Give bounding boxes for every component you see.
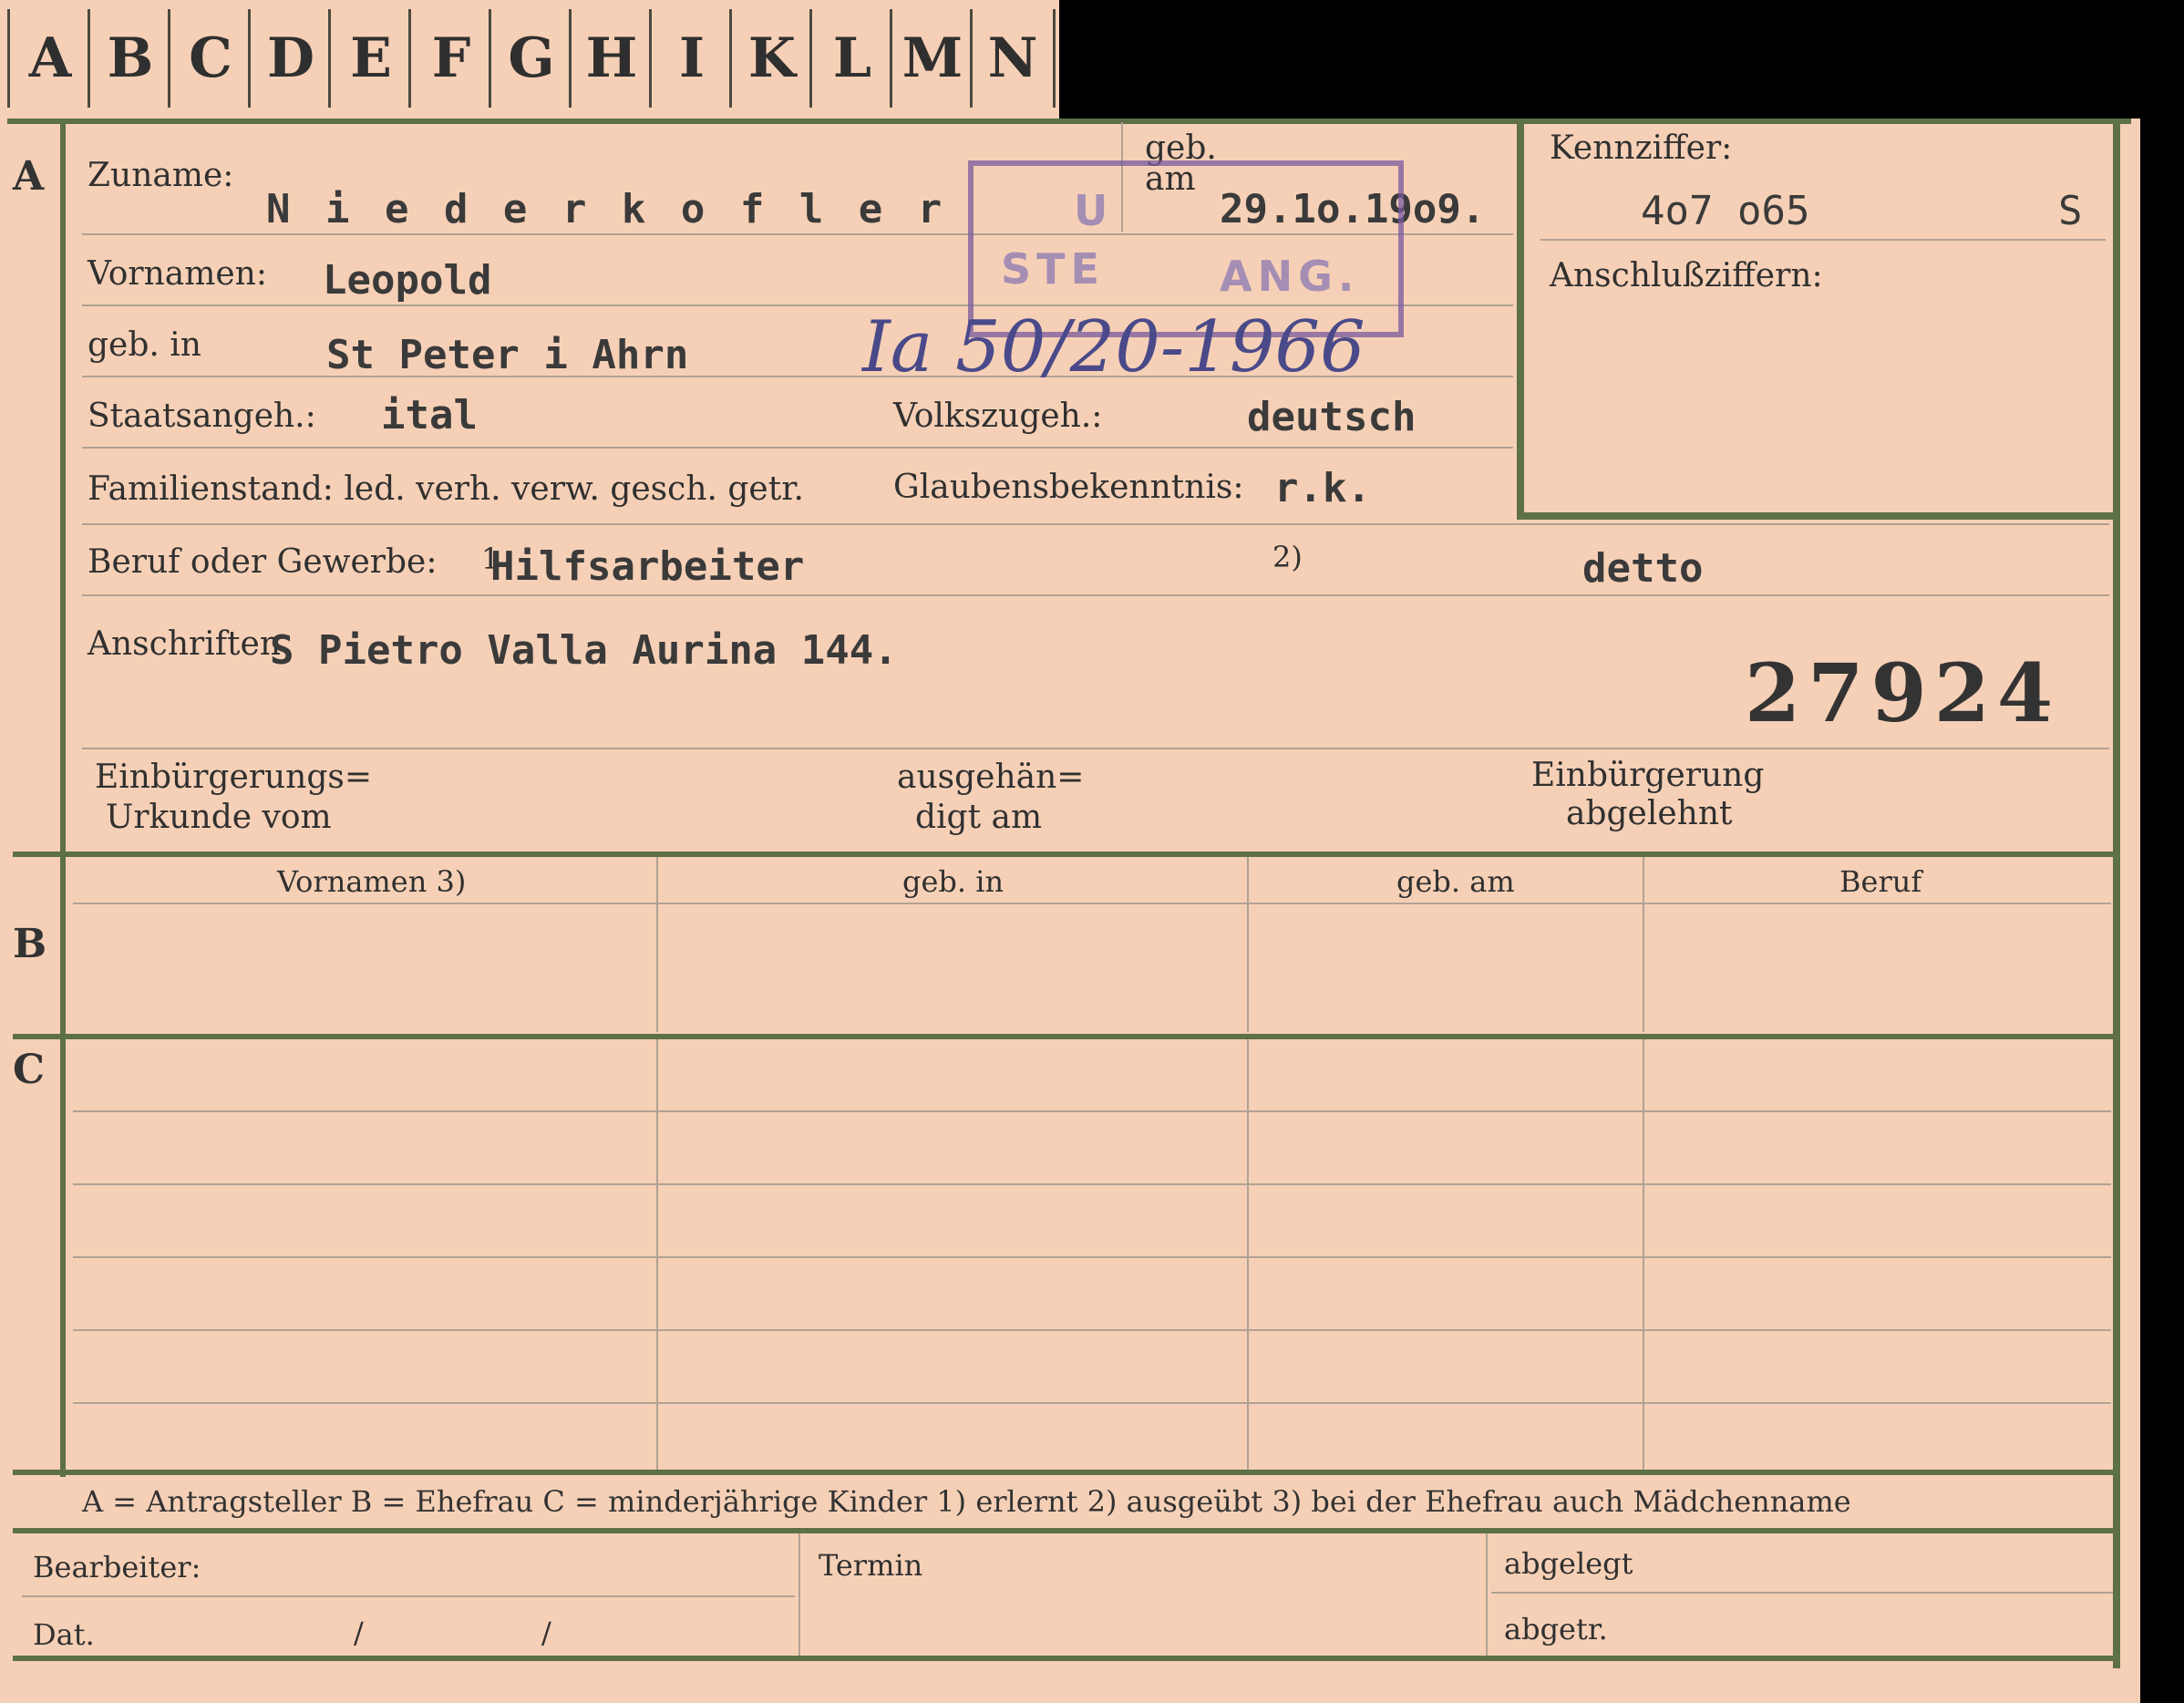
section-label-b: B [13, 921, 47, 967]
label-bearbeiter: Bearbeiter: [33, 1550, 201, 1584]
tab-e[interactable]: E [328, 9, 411, 108]
tab-d[interactable]: D [248, 9, 331, 108]
label-volkszugeh: Volkszugeh.: [893, 397, 1103, 435]
label-einbuergerungsurkunde-2: Urkunde vom [106, 799, 332, 836]
legend-top [13, 1470, 2118, 1475]
table-header-geb-am: geb. am [1396, 864, 1515, 899]
label-staatsangeh: Staatsangeh.: [88, 397, 316, 435]
label-glaubensbekenntnis: Glaubensbekenntnis: [893, 469, 1244, 506]
label-beruf: Beruf oder Gewerbe: [88, 543, 438, 581]
label-termin: Termin [819, 1548, 923, 1583]
label-ausgehaendigt-2: digt am [915, 799, 1043, 836]
tab-f[interactable]: F [408, 9, 491, 108]
tab-b[interactable]: B [88, 9, 170, 108]
section-label-c: C [13, 1047, 46, 1093]
top-border [7, 119, 2131, 124]
stamp-line-3: ANG. [1220, 252, 1360, 301]
label-geb-in: geb. in [88, 326, 201, 364]
table-header-geb-in: geb. in [902, 864, 1004, 899]
stamp-line-1: U [1074, 186, 1114, 235]
tab-i[interactable]: I [649, 9, 732, 108]
tab-a[interactable]: A [7, 9, 90, 108]
label-kennziffer: Kennziffer: [1550, 129, 1733, 167]
label-abgelehnt-2: abgelehnt [1566, 795, 1733, 832]
value-kennziffer: 4o7 o65 [1641, 188, 1810, 234]
label-zuname: Zuname: [88, 157, 234, 194]
label-abgetr: abgetr. [1504, 1612, 1608, 1646]
footnote-2: 2) [1272, 540, 1303, 574]
card-number: 27924 [1745, 645, 2061, 740]
date-slash-1: / [354, 1615, 364, 1650]
value-volkszugeh: deutsch [1247, 394, 1417, 440]
kennziffer-box-left [1517, 119, 1524, 520]
legend: A = Antragsteller B = Ehefrau C = minder… [82, 1484, 1851, 1519]
label-dat: Dat. [33, 1617, 95, 1652]
value-zuname: N i e d e r k o f l e r [266, 186, 948, 232]
value-anschrift: S Pietro Valla Aurina 144. [270, 627, 898, 674]
table-header-vornamen: Vornamen 3) [277, 864, 467, 899]
tab-k[interactable]: K [729, 9, 812, 108]
handwritten-note: Ia 50/20-1966 [862, 306, 1365, 388]
stamp-line-2: STE [1001, 244, 1105, 294]
table-header-beruf: Beruf [1839, 864, 1922, 899]
value-beruf-erlernt: Hilfsarbeiter [490, 543, 805, 590]
tab-l[interactable]: L [809, 9, 892, 108]
value-glaubensbekenntnis: r.k. [1274, 465, 1371, 511]
label-anschlussziffern: Anschlußziffern: [1550, 257, 1823, 294]
section-divider-left [60, 119, 66, 1477]
value-beruf-ausgeuebt: detto [1582, 545, 1704, 592]
label-anschriften: Anschriften [88, 625, 282, 663]
label-familienstand: Familienstand: led. verh. verw. gesch. g… [88, 470, 804, 508]
label-abgelegt: abgelegt [1504, 1546, 1633, 1581]
tab-g[interactable]: G [489, 9, 572, 108]
label-einbuergerungsurkunde-1: Einbürgerungs= [95, 759, 373, 796]
footer-top [13, 1528, 2118, 1533]
right-border [2113, 119, 2120, 1668]
value-vornamen: Leopold [323, 257, 492, 304]
value-geb-in: St Peter i Ahrn [326, 332, 689, 378]
label-ausgehaendigt-1: ausgehän= [897, 759, 1085, 796]
section-label-a: A [13, 153, 45, 200]
index-tabs: A B C D E F G H I K L M N [0, 0, 1059, 119]
section-c-top [13, 1034, 2118, 1039]
kennziffer-box-bottom [1517, 512, 2113, 520]
section-b-top [13, 852, 2118, 857]
bottom-border [13, 1656, 2118, 1661]
tab-m[interactable]: M [890, 9, 973, 108]
label-abgelehnt-1: Einbürgerung [1531, 757, 1765, 794]
value-staatsangeh: ital [381, 392, 478, 439]
date-slash-2: / [541, 1615, 551, 1650]
tab-c[interactable]: C [168, 9, 251, 108]
tab-n[interactable]: N [970, 9, 1056, 108]
tab-h[interactable]: H [569, 9, 652, 108]
value-kennziffer-suffix: S [2058, 188, 2083, 234]
label-vornamen: Vornamen: [88, 255, 267, 293]
